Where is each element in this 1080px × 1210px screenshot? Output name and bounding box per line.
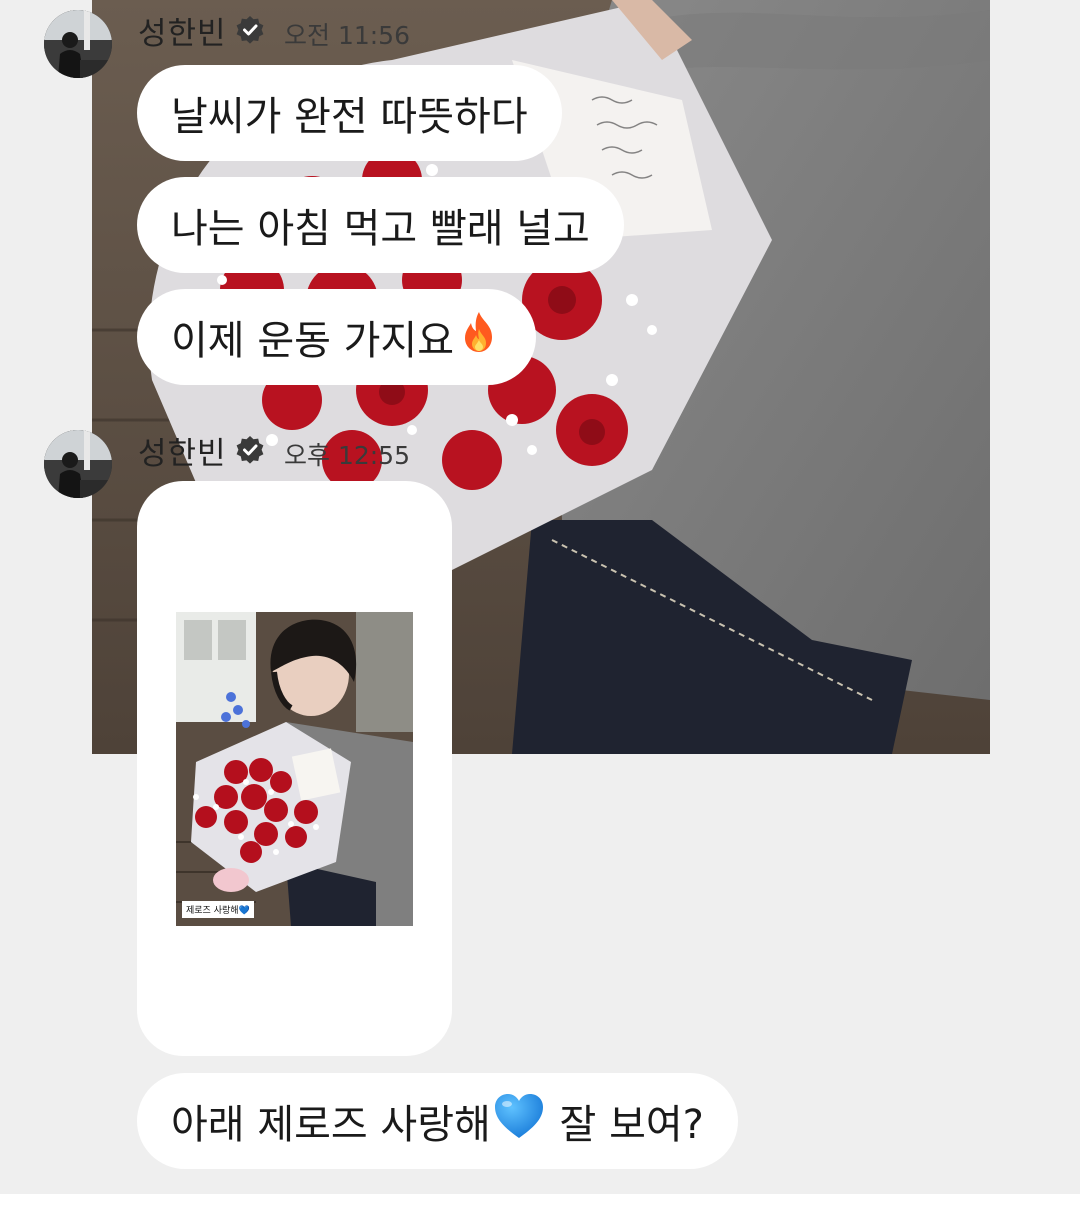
message-bubble[interactable]: 이제 운동 가지요 bbox=[137, 289, 537, 385]
message-text: 이제 운동 가지요 bbox=[171, 318, 455, 364]
bottom-bar bbox=[0, 1194, 1080, 1210]
message-bubble[interactable]: 나는 아침 먹고 빨래 널고 bbox=[137, 177, 624, 273]
message-time: 오전 11:56 bbox=[284, 21, 410, 50]
chat-screen: 성한빈 오전 11:56 날씨가 완전 따뜻하다 나는 아침 먹고 빨래 널고 … bbox=[0, 0, 1080, 1194]
verified-badge-icon bbox=[234, 434, 266, 466]
blue-heart-emoji-icon bbox=[493, 1092, 545, 1150]
message-text: 나는 아침 먹고 빨래 널고 bbox=[171, 206, 590, 252]
message-time: 오후 12:55 bbox=[284, 441, 410, 470]
message-bubble[interactable]: 날씨가 완전 따뜻하다 bbox=[137, 65, 562, 161]
fire-emoji-icon bbox=[456, 309, 502, 365]
blue-heart-emoji-icon: 💙 bbox=[238, 906, 250, 916]
story-caption-text: 제로즈 사랑해 bbox=[186, 906, 239, 916]
verified-badge-icon bbox=[234, 14, 266, 46]
message-text: 날씨가 완전 따뜻하다 bbox=[171, 94, 528, 140]
image-message-bubble[interactable]: 제로즈 사랑해💙 bbox=[137, 481, 452, 1056]
story-image[interactable]: 제로즈 사랑해💙 bbox=[176, 612, 413, 926]
sender-name[interactable]: 성한빈 bbox=[138, 8, 227, 53]
avatar[interactable] bbox=[44, 430, 112, 498]
avatar[interactable] bbox=[44, 10, 112, 78]
message-bubble[interactable]: 아래 제로즈 사랑해 잘 보여? bbox=[137, 1073, 738, 1169]
sender-name[interactable]: 성한빈 bbox=[138, 428, 227, 473]
message-text-suffix: 잘 보여? bbox=[546, 1102, 704, 1148]
message-text: 아래 제로즈 사랑해 bbox=[171, 1102, 491, 1148]
story-caption: 제로즈 사랑해💙 bbox=[182, 901, 254, 918]
